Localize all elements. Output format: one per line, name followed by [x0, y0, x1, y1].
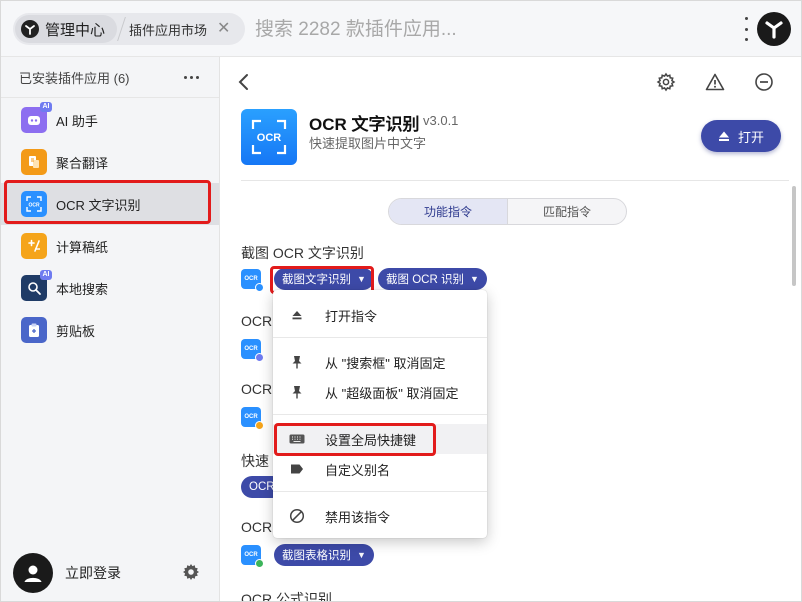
- ocr-command-icon: OCR: [241, 339, 264, 362]
- login-link[interactable]: 立即登录: [65, 563, 181, 583]
- menu-separator: [273, 491, 487, 492]
- menu-item-label: 打开指令: [325, 308, 378, 324]
- section-title: OCR 公式识别: [241, 591, 332, 601]
- menu-item-unpin-superpanel[interactable]: 从 "超级面板" 取消固定: [273, 377, 487, 407]
- tab-match-commands[interactable]: 匹配指令: [508, 199, 626, 224]
- settings-icon[interactable]: [655, 71, 677, 93]
- command-tabs: 功能指令 匹配指令: [388, 198, 627, 225]
- local-search-icon: AI: [21, 270, 52, 301]
- menu-item-disable-command[interactable]: 禁用该指令: [273, 501, 487, 531]
- plugin-version: v3.0.1: [423, 113, 459, 128]
- chip-label: OCR: [249, 481, 275, 493]
- ocr-command-icon: OCR: [241, 269, 264, 292]
- menu-item-open-command[interactable]: 打开指令: [273, 300, 487, 330]
- menu-item-label: 设置全局快捷键: [325, 432, 417, 448]
- avatar[interactable]: [13, 553, 53, 593]
- sidebar-item-ocr[interactable]: OCR OCR 文字识别: [1, 183, 219, 225]
- menu-item-label: 从 "搜索框" 取消固定: [325, 355, 446, 371]
- sidebar-item-label: 剪贴板: [56, 323, 96, 339]
- menu-item-global-shortcut[interactable]: 设置全局快捷键: [273, 424, 487, 454]
- plugin-ocr-icon: OCR: [241, 109, 297, 165]
- sidebar-item-label: AI 助手: [56, 113, 98, 129]
- sidebar-item-ai-assistant[interactable]: AI AI 助手: [1, 99, 219, 141]
- pin-icon: [289, 354, 305, 370]
- chip-label: 截图文字识别: [282, 274, 351, 286]
- section-title: OCR: [241, 381, 273, 397]
- open-button[interactable]: 打开: [701, 120, 781, 152]
- tab-admin-center-label: 管理中心: [45, 21, 106, 39]
- divider: [241, 180, 789, 181]
- chip-label: 截图表格识别: [282, 550, 351, 562]
- tab-plugin-market-label: 插件应用市场: [129, 22, 208, 38]
- section-title: OCR: [241, 313, 273, 329]
- sidebar-item-local-search[interactable]: AI 本地搜索: [1, 267, 219, 309]
- tag-icon: [289, 461, 305, 477]
- close-icon[interactable]: ✕: [217, 21, 230, 37]
- scrollbar[interactable]: [792, 186, 796, 286]
- svg-text:OCR: OCR: [257, 132, 282, 144]
- chip-label: 截图 OCR 识别: [386, 274, 464, 286]
- minus-circle-icon[interactable]: [753, 71, 775, 93]
- section-title: 截图 OCR 文字识别: [241, 245, 364, 261]
- svg-text:OCR: OCR: [28, 203, 40, 209]
- sidebar-title: 已安装插件应用 (6): [19, 70, 130, 86]
- ai-assistant-icon: AI: [21, 102, 52, 133]
- warning-icon[interactable]: [704, 71, 726, 93]
- chip-screenshot-ocr[interactable]: 截图 OCR 识别 ▼: [378, 268, 487, 290]
- ocr-command-icon: OCR: [241, 545, 264, 568]
- chip-screenshot-table[interactable]: 截图表格识别 ▼: [274, 544, 374, 566]
- translate-icon: [21, 149, 47, 175]
- sidebar-item-label: 计算稿纸: [56, 239, 109, 255]
- sidebar-footer: 立即登录: [1, 545, 219, 601]
- sidebar-item-clipboard[interactable]: 剪贴板: [1, 309, 219, 351]
- pin-icon: [289, 384, 305, 400]
- menu-item-label: 禁用该指令: [325, 509, 391, 525]
- menu-item-custom-alias[interactable]: 自定义别名: [273, 454, 487, 484]
- clipboard-icon: [21, 317, 47, 343]
- plugin-description: 快速提取图片中文字: [309, 136, 427, 151]
- search-input[interactable]: [255, 15, 715, 45]
- ocr-command-icon: OCR: [241, 407, 264, 430]
- menu-item-label: 从 "超级面板" 取消固定: [325, 385, 459, 401]
- more-horizontal-icon[interactable]: [184, 75, 199, 79]
- tab-admin-center[interactable]: 管理中心: [15, 15, 118, 43]
- app-logo-icon: [21, 20, 39, 38]
- open-button-label: 打开: [737, 129, 764, 145]
- menu-item-unpin-search[interactable]: 从 "搜索框" 取消固定: [273, 347, 487, 377]
- more-vertical-icon[interactable]: [741, 17, 751, 41]
- back-icon[interactable]: [233, 71, 255, 93]
- menu-item-label: 自定义别名: [325, 462, 391, 478]
- menu-separator: [273, 337, 487, 338]
- section-title: 快速: [241, 453, 269, 469]
- chevron-down-icon: ▼: [357, 550, 366, 560]
- tab-function-commands[interactable]: 功能指令: [389, 199, 508, 224]
- chevron-down-icon: ▼: [469, 274, 479, 284]
- sidebar-item-label: OCR 文字识别: [56, 197, 141, 213]
- sidebar: 已安装插件应用 (6) AI AI 助手 聚合翻译 OCR OCR 文字识别 计…: [1, 57, 220, 601]
- sidebar-item-translate[interactable]: 聚合翻译: [1, 141, 219, 183]
- chip-screenshot-text-ocr[interactable]: 截图文字识别 ▼: [274, 268, 374, 290]
- chevron-down-icon: ▼: [357, 274, 366, 284]
- section-title: OCR: [241, 519, 273, 535]
- eject-icon: [718, 131, 729, 141]
- tab-plugin-market[interactable]: 插件应用市场 ✕: [129, 15, 230, 43]
- gear-icon[interactable]: [181, 562, 201, 585]
- ocr-icon: OCR: [21, 191, 47, 217]
- sidebar-header: 已安装插件应用 (6): [1, 57, 219, 98]
- sidebar-item-label: 本地搜索: [56, 281, 109, 297]
- eject-icon: [289, 307, 305, 323]
- keyboard-icon: [289, 431, 305, 447]
- menu-separator: [273, 414, 487, 415]
- context-menu: 打开指令 从 "搜索框" 取消固定 从 "超级面板" 取消固定 设置全局快捷键 …: [273, 290, 487, 538]
- sidebar-item-calculator[interactable]: 计算稿纸: [1, 225, 219, 267]
- top-bar: 管理中心 插件应用市场 ✕: [1, 1, 801, 57]
- calculator-icon: [21, 233, 47, 259]
- disable-icon: [289, 508, 305, 524]
- plugin-name: OCR 文字识别: [309, 115, 420, 134]
- sidebar-item-label: 聚合翻译: [56, 155, 109, 171]
- brand-logo-icon[interactable]: [757, 12, 791, 46]
